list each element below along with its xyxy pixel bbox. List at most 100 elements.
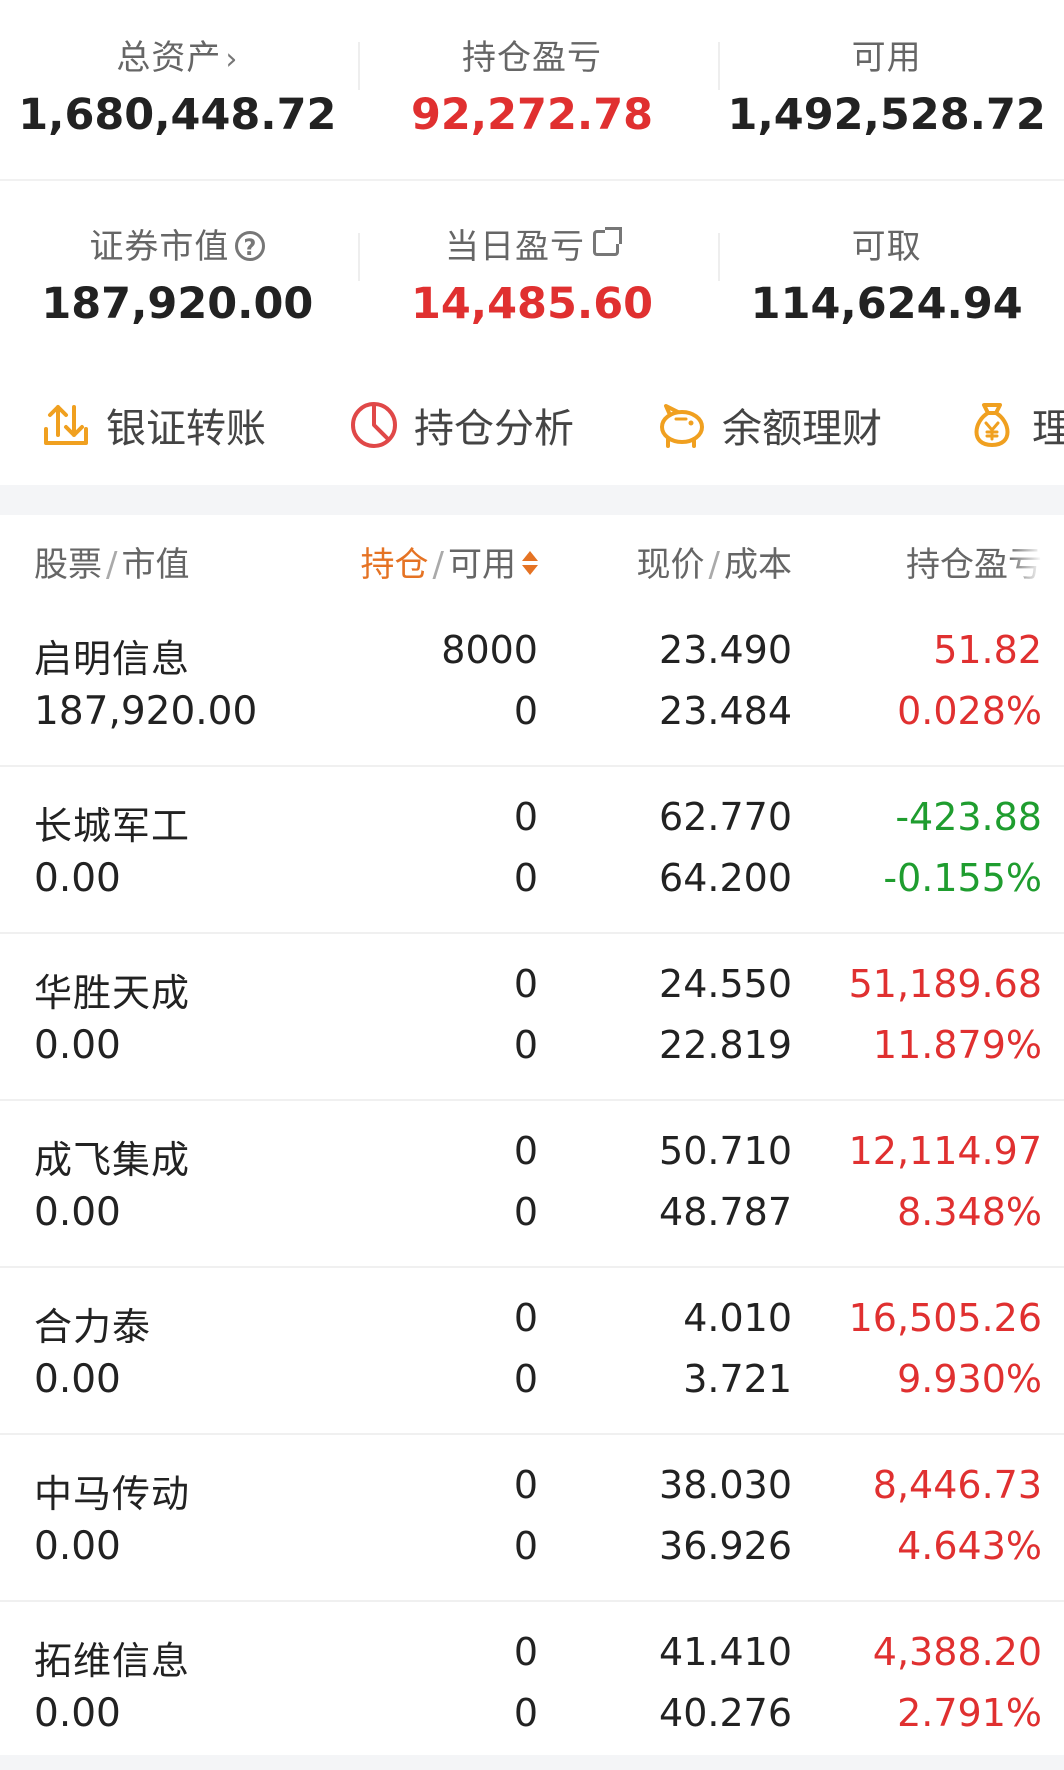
quick-action-label: 持仓分析 bbox=[414, 406, 574, 452]
withdrawable-cell: 可取 114,624.94 bbox=[709, 181, 1064, 359]
quick-action-label: 银证转账 bbox=[106, 406, 266, 452]
market-value-label: 证券市值? bbox=[0, 219, 355, 268]
current-price: 4.010 bbox=[683, 1296, 792, 1340]
column-divider bbox=[358, 42, 360, 90]
header-position-pl[interactable]: 持仓盈亏 bbox=[906, 537, 1042, 586]
header-stock-market-value: 股票 / 市值 bbox=[34, 537, 189, 586]
cost-price: 64.200 bbox=[659, 856, 792, 900]
stock-market-value: 0.00 bbox=[34, 1524, 121, 1569]
withdrawable-label: 可取 bbox=[851, 227, 922, 267]
cost-price: 3.721 bbox=[683, 1357, 792, 1401]
cost-price: 36.926 bbox=[659, 1524, 792, 1568]
bottom-gap bbox=[0, 1755, 1064, 1770]
quick-actions-bar: 银证转账 持仓分析 余额理财 理财 bbox=[0, 375, 1064, 485]
available-qty: 0 bbox=[513, 856, 538, 900]
daily-pl-value: 14,485.60 bbox=[410, 279, 654, 329]
external-link-icon[interactable] bbox=[593, 227, 622, 256]
stock-name: 中马传动 bbox=[34, 1472, 191, 1516]
position-qty: 0 bbox=[513, 1296, 538, 1340]
table-row[interactable]: 长城军工 0.00 0 0 62.770 64.200 -423.88 -0.155% bbox=[0, 767, 1064, 934]
stock-name: 拓维信息 bbox=[34, 1639, 191, 1683]
money-bag-icon bbox=[974, 403, 1010, 447]
position-pl: 16,505.26 bbox=[848, 1296, 1042, 1340]
pie-chart-icon bbox=[351, 402, 397, 448]
position-pl: 8,446.73 bbox=[872, 1463, 1042, 1507]
column-divider bbox=[718, 233, 720, 281]
available-qty: 0 bbox=[513, 1691, 538, 1735]
current-price: 41.410 bbox=[659, 1630, 792, 1674]
quick-action-finance[interactable]: 理财 bbox=[966, 397, 1064, 453]
stock-market-value: 187,920.00 bbox=[34, 689, 258, 734]
position-qty: 0 bbox=[513, 962, 538, 1006]
sort-icon bbox=[520, 549, 538, 579]
stock-name: 长城军工 bbox=[34, 804, 191, 848]
quick-action-transfer[interactable]: 银证转账 bbox=[40, 397, 266, 453]
table-row[interactable]: 中马传动 0.00 0 0 38.030 36.926 8,446.73 4.643% bbox=[0, 1435, 1064, 1602]
header-separator: / bbox=[106, 545, 118, 585]
position-pl-pct: 2.791% bbox=[897, 1691, 1042, 1735]
cost-price: 40.276 bbox=[659, 1691, 792, 1735]
header-cost: 成本 bbox=[724, 545, 792, 585]
table-header: 股票 / 市值 持仓 / 可用 现价 / 成本 持仓盈亏 bbox=[0, 515, 1064, 600]
position-pl: 51.82 bbox=[933, 628, 1042, 672]
available-qty: 0 bbox=[513, 1524, 538, 1568]
cost-price: 22.819 bbox=[659, 1023, 792, 1067]
header-separator: / bbox=[432, 545, 444, 585]
table-row[interactable]: 拓维信息 0.00 0 0 41.410 40.276 4,388.20 2.791% bbox=[0, 1602, 1064, 1769]
position-pl: 51,189.68 bbox=[848, 962, 1042, 1006]
position-qty: 0 bbox=[513, 795, 538, 839]
position-pl-value: 92,272.78 bbox=[410, 90, 654, 140]
quick-action-position-analysis[interactable]: 持仓分析 bbox=[348, 397, 574, 453]
header-available: 可用 bbox=[448, 545, 516, 585]
position-pl-pct: 9.930% bbox=[897, 1357, 1042, 1401]
stock-market-value: 0.00 bbox=[34, 856, 121, 901]
total-assets-value: 1,680,448.72 bbox=[18, 90, 337, 140]
table-row[interactable]: 华胜天成 0.00 0 0 24.550 22.819 51,189.68 11.879% bbox=[0, 934, 1064, 1101]
current-price: 24.550 bbox=[659, 962, 792, 1006]
header-price-cost[interactable]: 现价 / 成本 bbox=[637, 537, 792, 586]
position-pl: 4,388.20 bbox=[872, 1630, 1042, 1674]
current-price: 23.490 bbox=[659, 628, 792, 672]
cost-price: 48.787 bbox=[659, 1190, 792, 1234]
header-stock: 股票 bbox=[34, 545, 102, 585]
position-qty: 0 bbox=[513, 1463, 538, 1507]
current-price: 50.710 bbox=[659, 1129, 792, 1173]
table-row[interactable]: 成飞集成 0.00 0 0 50.710 48.787 12,114.97 8.348% bbox=[0, 1101, 1064, 1268]
stock-name: 成飞集成 bbox=[34, 1138, 191, 1182]
cost-price: 23.484 bbox=[659, 689, 792, 733]
header-price: 现价 bbox=[636, 545, 705, 585]
available-qty: 0 bbox=[513, 689, 538, 733]
position-qty: 8000 bbox=[441, 628, 538, 672]
chevron-right-icon: › bbox=[225, 42, 239, 77]
position-qty: 0 bbox=[513, 1129, 538, 1173]
quick-action-balance-finance[interactable]: 余额理财 bbox=[656, 397, 882, 453]
position-pl-cell: 持仓盈亏 92,272.78 bbox=[355, 0, 710, 180]
stock-name: 华胜天成 bbox=[34, 971, 191, 1015]
summary-row-1: 总资产 › 1,680,448.72 持仓盈亏 92,272.78 可用 1,49… bbox=[0, 0, 1064, 180]
table-body: 启明信息 187,920.00 8000 0 23.490 23.484 51.82 0.02… bbox=[0, 600, 1064, 1769]
header-position: 持仓 bbox=[360, 545, 429, 585]
available-cell: 可用 1,492,528.72 bbox=[709, 0, 1064, 180]
current-price: 62.770 bbox=[659, 795, 792, 839]
available-value: 1,492,528.72 bbox=[727, 90, 1046, 140]
quick-action-label: 余额理财 bbox=[722, 406, 882, 452]
total-assets-cell[interactable]: 总资产 › 1,680,448.72 bbox=[0, 0, 355, 180]
position-pl-pct: 4.643% bbox=[897, 1524, 1042, 1568]
piggy-bank-icon bbox=[660, 404, 704, 448]
stock-market-value: 0.00 bbox=[34, 1190, 121, 1235]
column-divider bbox=[718, 42, 720, 90]
transfer-icon bbox=[44, 405, 88, 445]
stock-market-value: 0.00 bbox=[34, 1357, 121, 1402]
positions-table: 股票 / 市值 持仓 / 可用 现价 / 成本 持仓盈亏 启明信息 187,920.00 800… bbox=[0, 515, 1064, 1769]
section-gap bbox=[0, 485, 1064, 515]
help-icon[interactable]: ? bbox=[235, 231, 266, 261]
header-position-available[interactable]: 持仓 / 可用 bbox=[361, 537, 538, 586]
current-price: 38.030 bbox=[659, 1463, 792, 1507]
table-row[interactable]: 合力泰 0.00 0 0 4.010 3.721 16,505.26 9.930% bbox=[0, 1268, 1064, 1435]
stock-name: 启明信息 bbox=[34, 637, 191, 681]
withdrawable-value: 114,624.94 bbox=[750, 279, 1023, 329]
position-pl-pct: 0.028% bbox=[897, 689, 1042, 733]
daily-pl-cell[interactable]: 当日盈亏 14,485.60 bbox=[355, 181, 710, 359]
table-row[interactable]: 启明信息 187,920.00 8000 0 23.490 23.484 51.82 0.02… bbox=[0, 600, 1064, 767]
header-market-value: 市值 bbox=[121, 545, 190, 585]
